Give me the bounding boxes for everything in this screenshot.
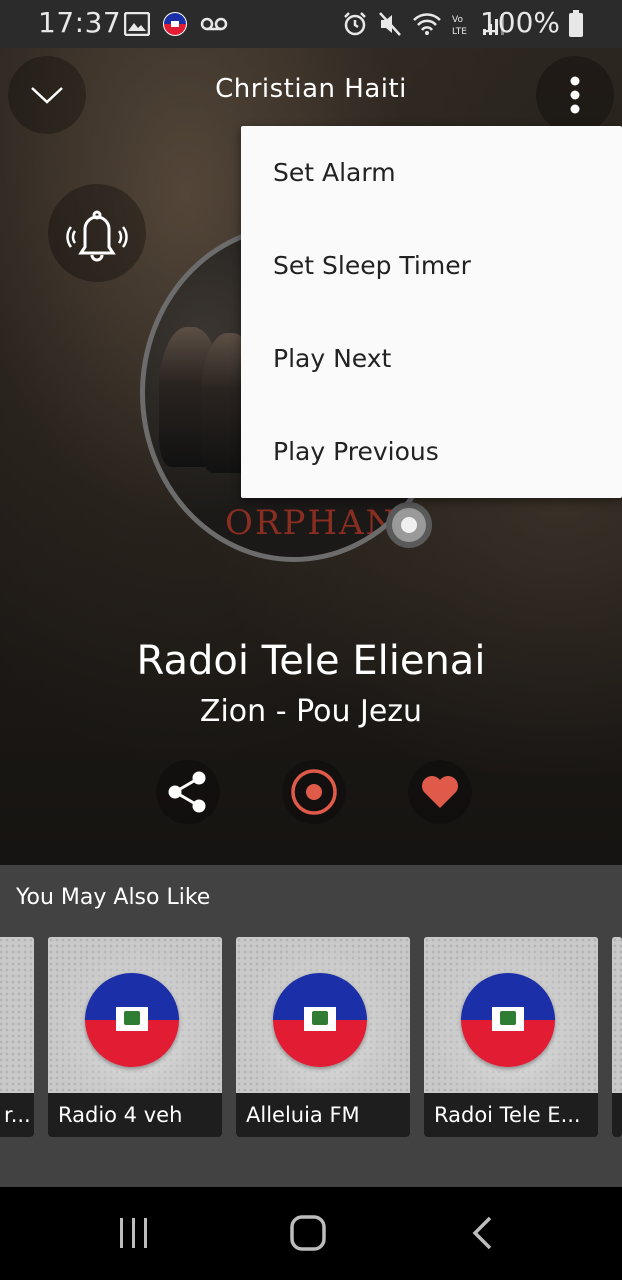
battery-icon: [569, 10, 583, 37]
recent-apps-button[interactable]: [104, 1207, 164, 1259]
station-card[interactable]: r...: [0, 937, 34, 1137]
station-card-label: r...: [0, 1093, 34, 1137]
battery-percent: 100%: [479, 6, 560, 39]
station-card[interactable]: Alleluia FM: [236, 937, 410, 1137]
station-card-label: Radio 4 veh: [48, 1093, 222, 1137]
bell-ringing-icon: [66, 210, 128, 262]
station-art: [612, 937, 622, 1093]
progress-knob[interactable]: [386, 502, 432, 548]
haiti-flag-icon: [163, 12, 187, 36]
more-options-button[interactable]: [536, 56, 614, 134]
station-card[interactable]: Radio 4 veh: [48, 937, 222, 1137]
section-title: You May Also Like: [16, 885, 211, 910]
station-card-partial[interactable]: [612, 937, 622, 1137]
home-icon: [290, 1215, 326, 1251]
status-left-icons: [124, 10, 228, 38]
recent-apps-icon: [120, 1218, 147, 1248]
haiti-flag-logo: [461, 973, 555, 1067]
station-name: Radoi Tele Elienai: [136, 638, 486, 684]
image-icon: [124, 12, 150, 36]
menu-item-set-alarm[interactable]: Set Alarm: [241, 126, 622, 219]
haiti-flag-logo: [85, 973, 179, 1067]
volte-icon: Vo LTE: [452, 15, 467, 36]
voicemail-icon: [200, 17, 228, 31]
record-icon: [291, 769, 337, 815]
player-title: Christian Haiti: [215, 74, 407, 104]
screen: 17:37 Vo LTE 100% Christian Haiti ORPHAN…: [0, 0, 622, 1280]
alarm-icon: [344, 12, 366, 36]
back-button[interactable]: [452, 1207, 512, 1259]
home-button[interactable]: [278, 1207, 338, 1259]
haiti-flag-logo: [273, 973, 367, 1067]
status-bar: 17:37 Vo LTE 100%: [0, 0, 622, 48]
system-nav-bar: [0, 1187, 622, 1280]
favorite-button[interactable]: [408, 760, 472, 824]
flag-emblem-center: [500, 1011, 516, 1025]
track-name: Zion - Pou Jezu: [199, 694, 423, 729]
status-time: 17:37: [38, 6, 122, 39]
alarm-button[interactable]: [48, 184, 146, 282]
overflow-menu: Set Alarm Set Sleep Timer Play Next Play…: [241, 126, 622, 498]
more-vert-icon: [570, 76, 580, 114]
station-card-label-empty: [612, 1093, 622, 1137]
menu-item-play-previous[interactable]: Play Previous: [241, 405, 622, 498]
progress-knob-center: [401, 517, 417, 533]
record-button[interactable]: [282, 760, 346, 824]
menu-item-play-next[interactable]: Play Next: [241, 312, 622, 405]
back-icon: [472, 1216, 492, 1250]
heart-icon: [422, 776, 458, 808]
station-card-label: Radoi Tele E...: [424, 1093, 598, 1137]
flag-emblem-center: [124, 1011, 140, 1025]
menu-item-set-sleep-timer[interactable]: Set Sleep Timer: [241, 219, 622, 312]
station-card[interactable]: Radoi Tele E...: [424, 937, 598, 1137]
svg-text:LTE: LTE: [452, 27, 467, 36]
station-card-label: Alleluia FM: [236, 1093, 410, 1137]
recommendations-section: You May Also Like r... Radio 4 veh Allel…: [0, 865, 622, 1187]
mute-icon: [379, 12, 401, 36]
wifi-icon: [413, 13, 441, 35]
station-art: [0, 937, 34, 1093]
share-icon: [168, 771, 206, 813]
share-button[interactable]: [156, 760, 220, 824]
flag-emblem-center: [312, 1011, 328, 1025]
svg-text:Vo: Vo: [452, 15, 463, 25]
